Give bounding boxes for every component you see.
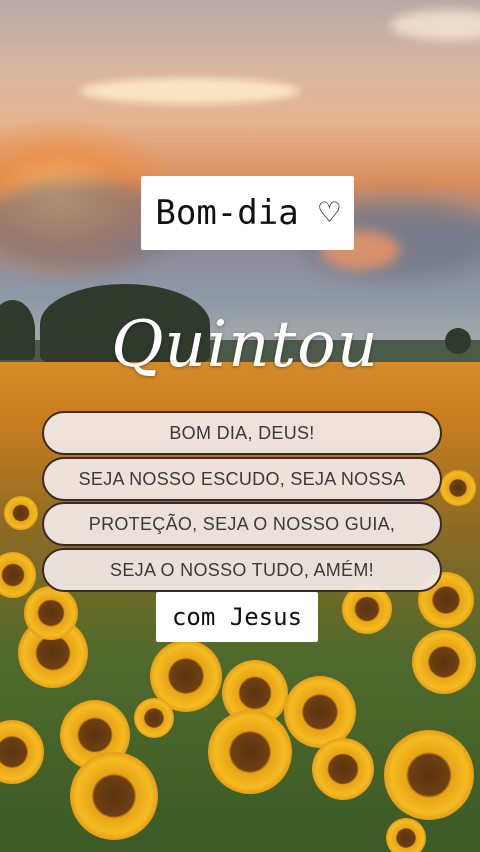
sunflower [4, 496, 38, 530]
sunflower [440, 470, 476, 506]
cloud [80, 78, 300, 104]
footer-label: com Jesus [156, 592, 318, 642]
prayer-line: SEJA O NOSSO TUDO, AMÉM! [42, 548, 442, 592]
sunflower [70, 752, 158, 840]
sunflower [208, 710, 292, 794]
prayer-line: BOM DIA, DEUS! [42, 411, 442, 455]
script-title: Quintou [111, 308, 379, 382]
sunflower [24, 586, 78, 640]
prayer-line: PROTEÇÃO, SEJA O NOSSO GUIA, [42, 502, 442, 546]
greeting-label: Bom-dia ♡ [141, 176, 354, 250]
sunflower [384, 730, 474, 820]
sunflower [134, 698, 174, 738]
sunflower [412, 630, 476, 694]
prayer-line: SEJA NOSSO ESCUDO, SEJA NOSSA [42, 457, 442, 501]
tree [445, 328, 471, 354]
sunflower [386, 818, 426, 852]
sunflower [312, 738, 374, 800]
